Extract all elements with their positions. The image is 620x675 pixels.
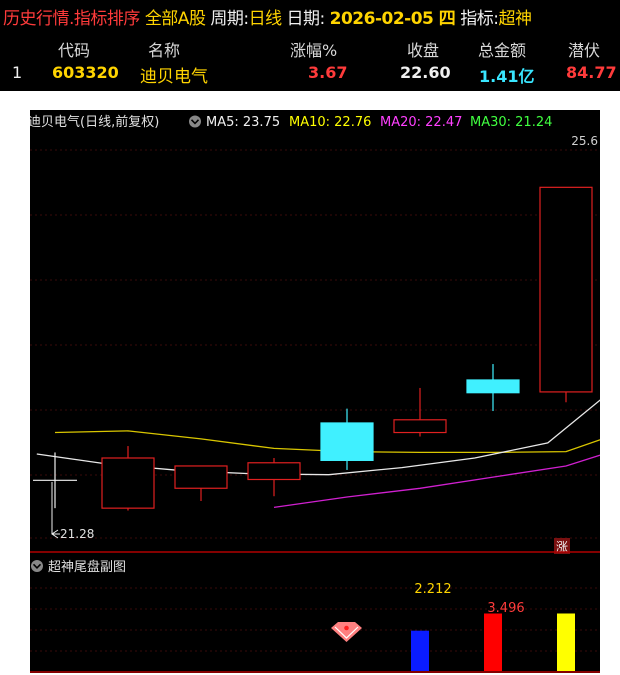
column-header-amount[interactable]: 总金额 (478, 37, 526, 61)
date-value[interactable]: 2026-02-05 四 (330, 9, 456, 29)
row-name: 迪贝电气 (140, 67, 208, 87)
column-header-name[interactable]: 名称 (148, 37, 180, 61)
header-line: 历史行情.指标排序 全部A股 周期:日线 日期: 2026-02-05 四 指标… (3, 4, 532, 29)
candle-body (174, 465, 228, 489)
sub-bar (557, 613, 575, 671)
period-value[interactable]: 日线 (249, 9, 283, 29)
row-latent: 84.77 (566, 63, 617, 82)
candle-body (247, 462, 301, 481)
sub-value-label-2: 3.496 (487, 601, 524, 616)
date-label: 日期: (286, 9, 326, 29)
candle-body (101, 457, 155, 509)
candle-body (466, 379, 520, 394)
ma5-label: MA5: 23.75 (206, 115, 280, 130)
candle-body (539, 186, 593, 393)
row-change: 3.67 (308, 63, 348, 82)
sub-gridlines (30, 587, 600, 652)
chart-panel[interactable]: 迪贝电气(日线,前复权) MA5: 23.75 MA10: 22.76 MA20… (30, 110, 600, 673)
sub-chart-title: 超神尾盘副图 (48, 559, 126, 575)
price-low-label: 21.28 (60, 527, 94, 541)
sub-value-label-1: 2.212 (414, 582, 451, 597)
history-menu[interactable]: 历史行情.指标排序 (3, 9, 140, 29)
ma30-label: MA30: 21.24 (470, 115, 552, 130)
period-label: 周期: (210, 9, 249, 29)
candles (33, 186, 593, 511)
candle-body (393, 419, 447, 434)
row-index: 1 (12, 63, 23, 82)
column-header-latent[interactable]: 潜伏 (568, 37, 600, 61)
row-amount: 1.41亿 (479, 67, 535, 86)
indicator-value[interactable]: 超神 (498, 9, 532, 29)
top-bar: 历史行情.指标排序 全部A股 周期:日线 日期: 2026-02-05 四 指标… (0, 0, 620, 36)
sub-chart-bars (411, 613, 575, 671)
row-close: 22.60 (400, 63, 451, 82)
sub-bar (411, 630, 429, 671)
column-header-code[interactable]: 代码 (58, 37, 90, 61)
column-header-close[interactable]: 收盘 (407, 37, 439, 61)
stock-table: 代码 名称 涨幅% 收盘 总金额 潜伏 1 603320 迪贝电气 3.67 2… (0, 35, 620, 91)
ma10-label: MA10: 22.76 (289, 115, 371, 130)
price-high-label: 25.6 (571, 134, 598, 148)
diamond-icon (331, 622, 362, 642)
chart-title: 迪贝电气(日线,前复权) (30, 114, 159, 130)
indicator-label: 指标: (460, 9, 499, 29)
candle-body (320, 422, 374, 461)
row-code: 603320 (52, 63, 119, 82)
sub-bar (484, 613, 502, 671)
market-selector[interactable]: 全部A股 (145, 9, 206, 29)
sub-chevron-down-icon[interactable] (31, 560, 43, 572)
kline-chart[interactable]: 迪贝电气(日线,前复权) MA5: 23.75 MA10: 22.76 MA20… (30, 110, 600, 673)
column-header-change[interactable]: 涨幅% (290, 37, 337, 61)
ma20-label: MA20: 22.47 (380, 115, 462, 130)
chevron-down-icon[interactable] (189, 115, 201, 128)
